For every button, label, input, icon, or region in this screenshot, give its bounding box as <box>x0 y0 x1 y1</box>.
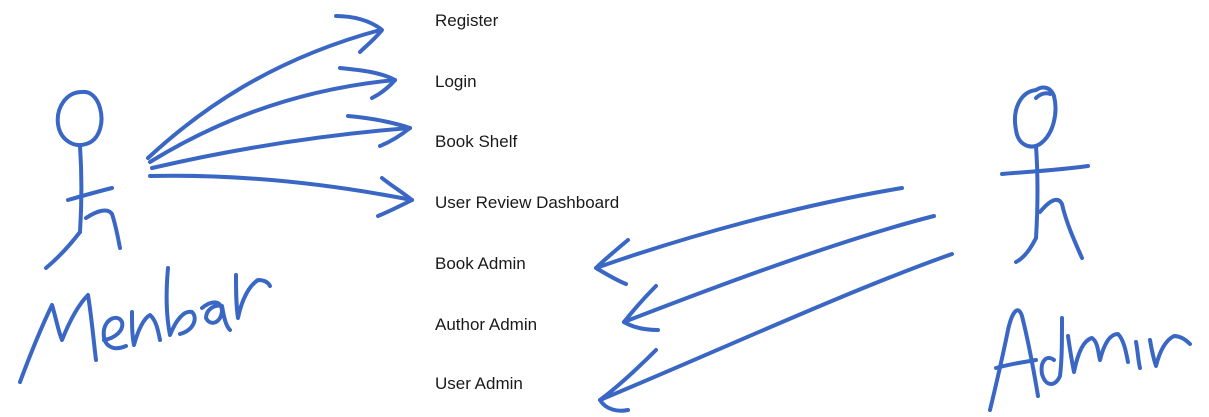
member-stick-figure <box>44 89 122 270</box>
arrow-member-to-register-head <box>334 14 384 54</box>
member-handwritten-label <box>18 266 272 384</box>
arrow-admin-to-author-admin <box>622 214 936 324</box>
member-leg-right <box>84 208 122 250</box>
member-leg-left <box>44 230 82 270</box>
admin-stick-figure <box>1000 85 1090 264</box>
admin-leg-left <box>1014 236 1038 264</box>
admin-arm <box>1000 164 1090 176</box>
admin-leg-right <box>1038 197 1084 260</box>
arrow-admin-to-book-admin <box>594 186 904 270</box>
admin-hair-tuft <box>1034 91 1052 100</box>
arrow-member-to-book-shelf <box>150 126 412 170</box>
member-body <box>78 144 84 234</box>
diagram-ink-layer <box>18 14 1192 413</box>
admin-body <box>1034 144 1040 240</box>
arrow-member-to-register <box>146 28 382 160</box>
arrow-admin-to-author-admin-head <box>622 284 660 332</box>
arrow-admin-to-user-admin <box>598 252 954 402</box>
admin-handwritten-label <box>988 308 1192 412</box>
member-head <box>55 89 104 147</box>
arrow-member-to-user-review-dashboard <box>148 173 414 202</box>
arrow-member-to-login <box>148 78 397 164</box>
use-case-diagram: Register Login Book Shelf User Review Da… <box>0 0 1209 417</box>
member-arm <box>66 186 114 202</box>
